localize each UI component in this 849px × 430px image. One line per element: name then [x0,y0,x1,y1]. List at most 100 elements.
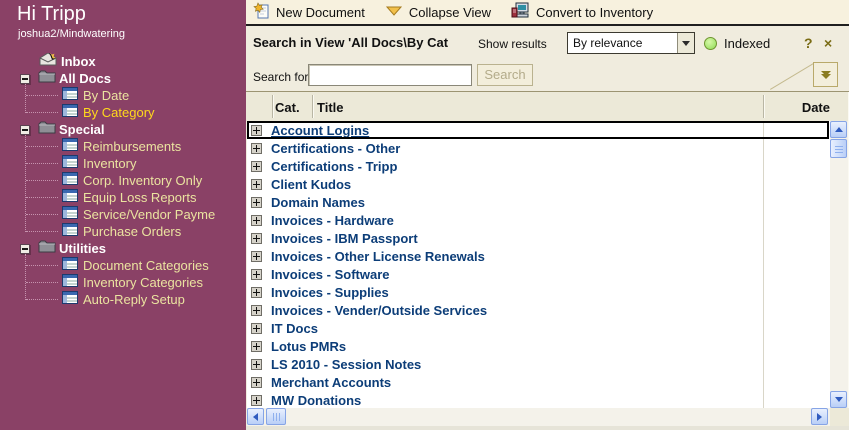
table-row[interactable]: Account Logins [247,121,830,139]
column-header-cat[interactable]: Cat. [275,100,300,115]
table-row[interactable]: Invoices - Other License Renewals [247,247,830,265]
category-title[interactable]: LS 2010 - Session Notes [271,357,421,372]
sidebar-item-purchase-orders[interactable]: Purchase Orders [0,223,246,240]
expand-plus-icon[interactable] [251,125,262,136]
expand-plus-icon[interactable] [251,233,262,244]
view-icon [62,257,78,274]
expand-plus-icon[interactable] [251,395,262,406]
sidebar-item-reimbursements[interactable]: Reimbursements [0,138,246,155]
collapse-view-button[interactable]: Collapse View [385,4,491,20]
collapse-expander-icon[interactable] [20,74,30,84]
category-title[interactable]: Certifications - Tripp [271,159,397,174]
category-title[interactable]: Invoices - Other License Renewals [271,249,485,264]
sidebar-item-service-vendor-payme[interactable]: Service/Vendor Payme [0,206,246,223]
category-title[interactable]: Lotus PMRs [271,339,346,354]
folder-icon [38,240,56,257]
table-row[interactable]: Client Kudos [247,175,830,193]
table-row[interactable]: Invoices - Vender/Outside Services [247,301,830,319]
sidebar-item-label: By Category [83,105,155,120]
horizontal-scrollbar[interactable] [247,408,830,426]
show-results-label: Show results [478,37,547,51]
dropdown-arrow-button[interactable] [677,33,694,53]
view-icon [62,172,78,189]
category-title[interactable]: Invoices - Vender/Outside Services [271,303,487,318]
category-title[interactable]: Account Logins [271,123,369,138]
category-title[interactable]: Client Kudos [271,177,351,192]
column-header-title[interactable]: Title [317,100,344,115]
close-search-button[interactable]: × [824,35,832,51]
table-row[interactable]: Invoices - Software [247,265,830,283]
table-row[interactable]: Invoices - Supplies [247,283,830,301]
category-title[interactable]: Invoices - Software [271,267,389,282]
column-header-date[interactable]: Date [802,100,830,115]
category-title[interactable]: Certifications - Other [271,141,400,156]
expand-plus-icon[interactable] [251,323,262,334]
expand-plus-icon[interactable] [251,161,262,172]
category-title[interactable]: Invoices - Supplies [271,285,389,300]
table-row[interactable]: Lotus PMRs [247,337,830,355]
help-button[interactable]: ? [804,35,813,51]
collapse-expander-icon[interactable] [20,244,30,254]
horizontal-scroll-thumb[interactable] [266,408,286,425]
sidebar-item-document-categories[interactable]: Document Categories [0,257,246,274]
scroll-left-button[interactable] [247,408,264,425]
sort-order-dropdown[interactable]: By relevance [567,32,695,54]
sidebar-item-utilities[interactable]: Utilities [0,240,246,257]
convert-to-inventory-button[interactable]: Convert to Inventory [511,2,653,23]
sidebar-item-inventory-categories[interactable]: Inventory Categories [0,274,246,291]
expand-plus-icon[interactable] [251,359,262,370]
expand-plus-icon[interactable] [251,287,262,298]
category-title[interactable]: IT Docs [271,321,318,336]
scroll-up-button[interactable] [830,121,847,138]
user-greeting: Hi Tripp [0,0,246,26]
convert-to-inventory-icon [511,2,530,23]
expand-plus-icon[interactable] [251,197,262,208]
sidebar-item-label: Corp. Inventory Only [83,173,202,188]
more-options-button[interactable] [813,62,838,87]
table-row[interactable]: Certifications - Tripp [247,157,830,175]
expand-plus-icon[interactable] [251,215,262,226]
expand-plus-icon[interactable] [251,341,262,352]
table-row[interactable]: IT Docs [247,319,830,337]
collapse-view-icon [385,4,403,20]
expand-plus-icon[interactable] [251,377,262,388]
category-title[interactable]: Invoices - IBM Passport [271,231,418,246]
new-document-button[interactable]: New Document [253,2,365,22]
expand-plus-icon[interactable] [251,269,262,280]
sidebar-item-by-category[interactable]: By Category [0,104,246,121]
sidebar-item-auto-reply-setup[interactable]: Auto-Reply Setup [0,291,246,308]
table-row[interactable]: LS 2010 - Session Notes [247,355,830,373]
sidebar-item-label: Inbox [61,54,96,69]
sidebar-item-by-date[interactable]: By Date [0,87,246,104]
vertical-scroll-thumb[interactable] [830,139,847,158]
scroll-down-button[interactable] [830,391,847,408]
category-title[interactable]: Domain Names [271,195,365,210]
expand-plus-icon[interactable] [251,179,262,190]
sidebar-item-corp-inventory-only[interactable]: Corp. Inventory Only [0,172,246,189]
expand-plus-icon[interactable] [251,251,262,262]
sidebar-item-all-docs[interactable]: All Docs [0,70,246,87]
sidebar-item-inbox[interactable]: Inbox [0,53,246,70]
table-row[interactable]: Certifications - Other [247,139,830,157]
sidebar-item-special[interactable]: Special [0,121,246,138]
search-input[interactable] [308,64,472,86]
expand-plus-icon[interactable] [251,143,262,154]
sidebar-item-inventory[interactable]: Inventory [0,155,246,172]
double-chevron-down-icon [821,74,831,79]
search-button[interactable]: Search [477,64,533,86]
table-row[interactable]: Invoices - Hardware [247,211,830,229]
vertical-scrollbar[interactable] [830,121,848,408]
category-view: Account Logins Certifications - Other Cert… [247,121,830,408]
category-title[interactable]: Merchant Accounts [271,375,391,390]
category-title[interactable]: Invoices - Hardware [271,213,394,228]
table-row[interactable]: Domain Names [247,193,830,211]
table-row[interactable]: MW Donations [247,391,830,408]
category-title[interactable]: MW Donations [271,393,361,408]
sidebar-item-equip-loss-reports[interactable]: Equip Loss Reports [0,189,246,206]
sort-order-value: By relevance [568,36,677,50]
collapse-expander-icon[interactable] [20,125,30,135]
table-row[interactable]: Merchant Accounts [247,373,830,391]
expand-plus-icon[interactable] [251,305,262,316]
scroll-right-button[interactable] [811,408,828,425]
table-row[interactable]: Invoices - IBM Passport [247,229,830,247]
